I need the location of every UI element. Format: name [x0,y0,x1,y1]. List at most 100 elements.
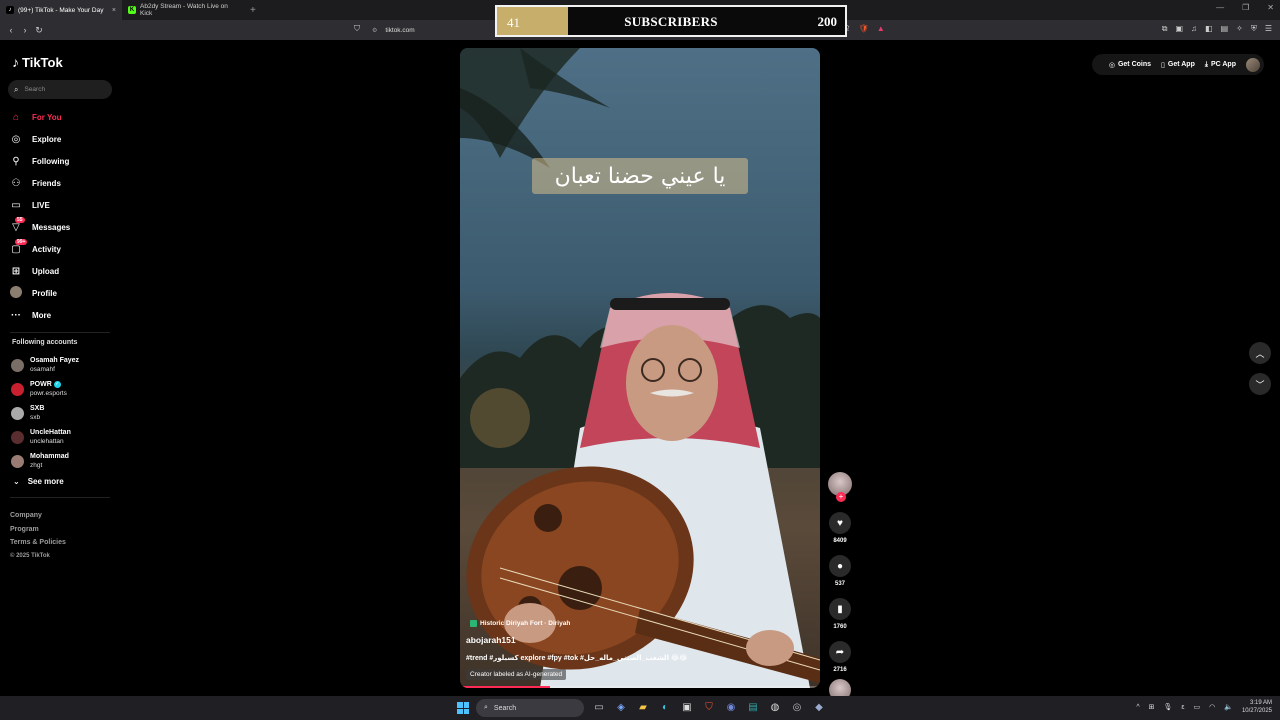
like-button[interactable]: ♥ 8409 [829,512,851,544]
previous-video-button[interactable]: ︿ [1249,342,1271,364]
user-follow-icon: ⚲ [12,155,20,167]
sidebar-item-for-you[interactable]: ⌂ For You [10,106,120,128]
see-more-button[interactable]: ⌄ See more [13,477,64,486]
list-item[interactable]: SXB sxb [11,401,121,425]
avatar[interactable] [1246,57,1260,72]
video-author[interactable]: abojarah151 [466,635,516,645]
sidebar-item-activity[interactable]: ▢ 99+ Activity [10,238,120,260]
live-icon: ▭ [11,199,21,211]
sidebar-item-messages[interactable]: ▽ 55 Messages [10,216,120,238]
list-item[interactable]: POWR ✓ powr.esports [11,377,121,401]
search-icon: ⌕ [14,84,19,94]
obs-icon[interactable]: ◍ [768,700,782,714]
browser-tab-kick[interactable]: K Ab2dy Stream - Watch Live on Kick [122,0,244,20]
sidebar-item-label: For You [32,112,62,122]
new-tab-button[interactable]: + [250,5,256,16]
sidebar-icon[interactable]: ◧ [1205,24,1213,34]
sidebar-item-friends[interactable]: ⚇ Friends [10,172,120,194]
save-button[interactable]: ▮ 1760 [829,598,851,630]
screenshot-icon[interactable]: ▣ [1175,24,1183,34]
wallet-icon[interactable]: ▤ [1221,24,1229,34]
video-progress-fill [460,686,550,688]
volume-icon[interactable]: 🔈 [1224,703,1233,711]
network-icon[interactable]: ▭ [1194,703,1201,711]
subscriber-title: SUBSCRIBERS [624,14,718,29]
video-player[interactable]: يا عيني حضنا تعبان Historic Diriyah Fort… [460,48,820,688]
browser-tab-tiktok[interactable]: ♪ (99+) TikTok - Make Your Day × [0,0,122,20]
file-explorer-icon[interactable]: ▰ [636,700,650,714]
phone-icon: ▯ [1161,61,1165,69]
back-icon[interactable]: ‹ [4,25,18,35]
location-pin-icon [470,620,477,627]
close-window-icon[interactable]: ✕ [1267,3,1274,12]
sidebar-item-profile[interactable]: Profile [10,282,120,304]
tiktok-note-icon: ♪ [12,54,19,70]
tiktok-logo[interactable]: ♪ TikTok [12,54,63,70]
avatar [11,382,24,396]
avatar [11,406,24,420]
get-app-button[interactable]: ▯ Get App [1161,61,1195,69]
sidebar-item-label: Messages [32,222,71,232]
windows-start-icon[interactable] [457,702,469,714]
maximize-icon[interactable]: ❐ [1242,3,1249,12]
vpn-icon[interactable]: ⛨ [1251,24,1257,34]
system-clock[interactable]: 3:19 AM 10/27/2025 [1242,699,1272,715]
video-progress-bar[interactable] [460,686,820,688]
terminal-icon[interactable]: ▤ [746,700,760,714]
footer-terms-link[interactable]: Terms & Policies [10,536,66,550]
chevron-up-icon[interactable]: ^ [1136,704,1139,711]
tab-title: (99+) TikTok - Make Your Day [18,6,104,14]
pc-app-button[interactable]: ⤓ PC App [1205,61,1236,69]
get-coins-button[interactable]: ◎ Get Coins [1109,61,1151,69]
account-handle: unclehattan [30,438,64,445]
tray-app-icon[interactable]: ⊞ [1149,703,1155,711]
store-icon[interactable]: ▣ [680,700,694,714]
next-video-button[interactable]: ﹀ [1249,373,1271,395]
list-item[interactable]: Osamah Fayez osamahf [11,353,121,377]
reload-icon[interactable]: ↻ [32,25,46,36]
avatar [10,285,22,298]
follow-plus-icon[interactable]: + [836,492,846,502]
sidebar-item-label: More [32,310,52,320]
video-description[interactable]: #trend #كسبلور explore #fpy #tok #الشعب_… [466,654,687,662]
music-icon[interactable]: ♫ [1191,24,1197,34]
steam-icon[interactable]: ◆ [812,700,826,714]
sidebar-item-more[interactable]: ··· More [10,304,120,326]
menu-icon[interactable]: ☰ [1265,24,1272,34]
wifi-icon[interactable]: ◠ [1209,703,1215,711]
avatar[interactable]: + [828,472,852,502]
discord-icon[interactable]: ◉ [724,700,738,714]
system-tray: ^ ⊞ 🎙 ε ▭ ◠ 🔈 3:19 AM 10/27/2025 [1136,699,1272,715]
sidebar-item-upload[interactable]: ⊞ Upload [10,260,120,282]
coin-icon: ◎ [1108,61,1115,69]
app-icon[interactable]: ◎ [790,700,804,714]
sidebar-item-explore[interactable]: ◎ Explore [10,128,120,150]
list-item[interactable]: UncleHattan unclehattan [11,425,121,449]
bookmark-icon[interactable]: ⛉ [354,24,360,34]
brave-icon[interactable]: ⛉ [702,700,716,714]
search-input[interactable]: ⌕ Search [8,80,112,99]
footer-program-link[interactable]: Program [10,523,66,537]
activity-badge: 99+ [15,239,28,245]
language-icon[interactable]: ε [1181,704,1184,711]
share-button[interactable]: ➦ 2716 [829,641,851,673]
brave-rewards-icon[interactable]: ▲ [877,24,885,33]
sidebar-item-live[interactable]: ▭ LIVE [10,194,120,216]
list-item[interactable]: Mohammad zhgt [11,449,121,473]
footer-company-link[interactable]: Company [10,509,66,523]
forward-icon[interactable]: › [18,25,32,35]
taskbar-search[interactable]: ⌕ Search [476,699,584,717]
sidebar-item-following[interactable]: ⚲ Following [10,150,120,172]
site-info-icon[interactable]: ⚙ [372,27,377,34]
minimize-icon[interactable]: — [1216,3,1224,12]
location-tag[interactable]: Historic Diriyah Fort · Diriyah [470,620,570,627]
task-view-icon[interactable]: ▭ [592,700,606,714]
extension-icon[interactable]: ⧉ [1162,24,1168,34]
brave-shields-icon[interactable]: 🛡 [859,24,869,33]
leo-icon[interactable]: ✧ [1236,24,1243,34]
microphone-icon[interactable]: 🎙 [1164,703,1173,711]
edge-icon[interactable]: ◐ [658,700,672,714]
copilot-icon[interactable]: ◈ [614,700,628,714]
close-tab-icon[interactable]: × [112,7,116,14]
comment-button[interactable]: ● 537 [829,555,851,587]
